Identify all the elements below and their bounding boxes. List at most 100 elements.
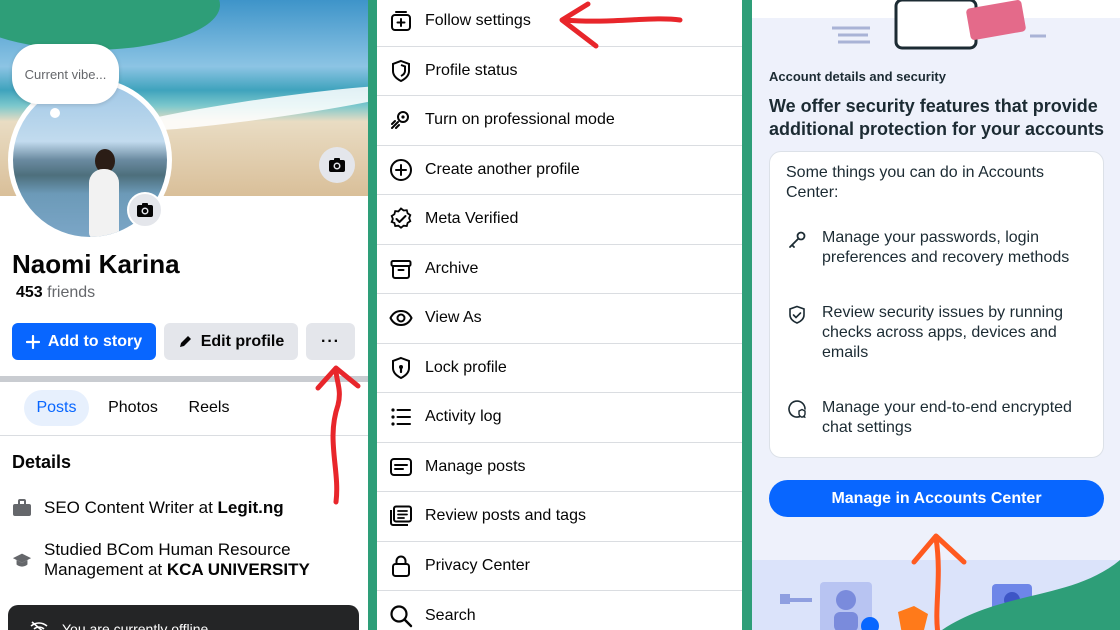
toast-text: You are currently offline: [62, 621, 209, 630]
security-illustration: [780, 560, 1120, 630]
tab-posts[interactable]: Posts: [24, 390, 89, 426]
menu-item-label: Activity log: [425, 408, 502, 426]
search-icon: [388, 603, 414, 629]
menu-item-label: Follow settings: [425, 12, 531, 30]
add-to-story-button[interactable]: Add to story: [12, 323, 156, 360]
detail-work-employer: Legit.ng: [217, 498, 284, 517]
detail-education-school: KCA UNIVERSITY: [166, 560, 310, 579]
feature-security-checks: Review security issues by running checks…: [786, 303, 1091, 363]
status-bubble[interactable]: Current vibe...: [12, 44, 119, 104]
menu-item-professional-mode[interactable]: Turn on professional mode: [377, 96, 742, 146]
tab-reels[interactable]: Reels: [180, 390, 238, 426]
friends-count[interactable]: 453 friends: [16, 284, 95, 302]
card-intro: Some things you can do in Accounts Cente…: [786, 164, 1044, 201]
menu-item-manage-posts[interactable]: Manage posts: [377, 443, 742, 492]
avatar-camera-button[interactable]: [127, 192, 163, 228]
more-options-button[interactable]: ···: [306, 323, 355, 360]
status-bubble-text: Current vibe...: [24, 66, 107, 82]
menu-item-lock-profile[interactable]: Lock profile: [377, 344, 742, 393]
feature-encrypted-chat: Manage your end-to-end encrypted chat se…: [786, 398, 1091, 438]
menu-item-label: Manage posts: [425, 457, 526, 475]
menu-item-privacy-center[interactable]: Privacy Center: [377, 542, 742, 591]
encrypted-chat-icon: [786, 399, 808, 421]
device-illustration: [832, 0, 1046, 50]
camera-icon: [329, 158, 345, 172]
menu-item-view-as[interactable]: View As: [377, 294, 742, 344]
camera-icon: [137, 203, 153, 217]
friends-label: friends: [47, 284, 96, 301]
menu-item-activity-log[interactable]: Activity log: [377, 393, 742, 443]
menu-item-label: Archive: [425, 259, 479, 277]
tabs-divider: [0, 435, 368, 436]
eye-icon: [388, 305, 414, 331]
section-label: Account details and security: [769, 69, 946, 84]
menu-item-label: Lock profile: [425, 358, 507, 376]
menu-item-label: Meta Verified: [425, 210, 519, 228]
avatar-person-body: [89, 169, 119, 237]
feature-text: Manage your passwords, login preferences…: [822, 229, 1070, 266]
profile-settings-menu: Follow settings Profile status Turn on p…: [377, 0, 742, 630]
accounts-center-panel: Account details and security We offer se…: [752, 0, 1120, 630]
details-heading: Details: [12, 452, 72, 472]
menu-item-label: Profile status: [425, 61, 518, 79]
bubble-tail: [50, 108, 60, 118]
edit-profile-button[interactable]: Edit profile: [164, 323, 298, 360]
profile-panel: Current vibe... Naomi Karina 453 friends…: [0, 0, 368, 630]
menu-item-label: Create another profile: [425, 160, 580, 178]
detail-education: Studied BCom Human Resource Management a…: [12, 540, 352, 580]
accounts-features-card: Some things you can do in Accounts Cente…: [769, 151, 1104, 458]
section-divider: [0, 376, 368, 382]
menu-item-follow-settings[interactable]: Follow settings: [377, 0, 742, 47]
review-posts-icon: [388, 503, 414, 529]
profile-tabs: Posts Photos Reels: [0, 390, 368, 426]
section-title: We offer security features that provide …: [769, 96, 1105, 139]
feature-text: Manage your end-to-end encrypted chat se…: [822, 399, 1072, 436]
offline-toast: You are currently offline: [8, 605, 359, 630]
follow-settings-icon: [388, 8, 414, 34]
manage-accounts-center-button[interactable]: Manage in Accounts Center: [769, 480, 1104, 517]
graduation-cap-icon: [12, 550, 32, 570]
menu-item-label: View As: [425, 309, 482, 327]
feature-text: Review security issues by running checks…: [822, 304, 1063, 361]
list-icon: [388, 404, 414, 430]
key-icon: [786, 229, 808, 251]
menu-item-profile-status[interactable]: Profile status: [377, 47, 742, 96]
plus-icon: [25, 334, 40, 349]
professional-mode-icon: [388, 107, 414, 133]
verified-badge-icon: [388, 206, 414, 232]
more-options-label: ···: [321, 332, 340, 350]
detail-work-prefix: SEO Content Writer at: [44, 498, 218, 517]
manage-posts-icon: [388, 454, 414, 480]
profile-name: Naomi Karina: [12, 249, 180, 279]
edit-profile-label: Edit profile: [200, 332, 285, 350]
menu-item-create-profile[interactable]: Create another profile: [377, 146, 742, 195]
menu-item-review-posts[interactable]: Review posts and tags: [377, 492, 742, 542]
decorative-wave: [0, 0, 220, 50]
menu-item-label: Review posts and tags: [425, 507, 586, 525]
menu-item-label: Search: [425, 606, 476, 624]
padlock-icon: [388, 553, 414, 579]
menu-item-label: Privacy Center: [425, 556, 530, 574]
menu-item-meta-verified[interactable]: Meta Verified: [377, 195, 742, 245]
briefcase-icon: [12, 498, 32, 518]
bottom-illustration: [752, 560, 1120, 630]
lock-shield-icon: [388, 355, 414, 381]
pencil-icon: [179, 336, 191, 347]
shield-check-icon: [786, 304, 808, 326]
menu-item-label: Turn on professional mode: [425, 111, 615, 129]
friends-number: 453: [16, 284, 43, 301]
cover-camera-button[interactable]: [319, 147, 355, 183]
cta-label: Manage in Accounts Center: [831, 489, 1042, 507]
archive-icon: [388, 256, 414, 282]
menu-item-search[interactable]: Search: [377, 591, 742, 630]
wifi-off-icon: [30, 621, 48, 630]
detail-work: SEO Content Writer at Legit.ng: [12, 498, 284, 518]
menu-item-archive[interactable]: Archive: [377, 245, 742, 294]
detail-education-text: Studied BCom Human Resource Management a…: [44, 540, 334, 580]
add-to-story-label: Add to story: [47, 332, 143, 350]
detail-work-text: SEO Content Writer at Legit.ng: [44, 498, 284, 518]
tab-photos[interactable]: Photos: [100, 390, 166, 426]
shield-icon: [388, 58, 414, 84]
feature-passwords: Manage your passwords, login preferences…: [786, 228, 1091, 268]
plus-circle-icon: [388, 157, 414, 183]
